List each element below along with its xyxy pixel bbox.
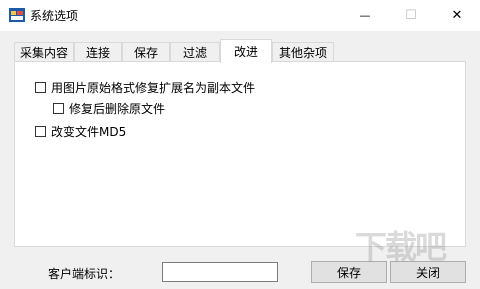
tab-label: 其他杂项: [278, 46, 327, 60]
tab-label: 过滤: [182, 46, 207, 60]
client-id-input[interactable]: [162, 262, 278, 282]
checkbox-label: 修复后删除原文件: [69, 101, 166, 116]
minimize-icon: —: [359, 9, 371, 22]
tab-label: 保存: [133, 46, 158, 60]
delete-original-checkbox[interactable]: 修复后删除原文件: [53, 100, 165, 116]
rename-extension-checkbox[interactable]: 用图片原始格式修复扩展名为副本文件: [35, 79, 255, 95]
tab-connection[interactable]: 连接: [74, 42, 122, 62]
checkbox-box[interactable]: [53, 102, 64, 114]
tab-filter[interactable]: 过滤: [170, 42, 220, 62]
tab-label: 改进: [233, 45, 258, 59]
close-window-button[interactable]: ✕: [434, 0, 480, 31]
checkbox-label: 用图片原始格式修复扩展名为副本文件: [51, 80, 256, 95]
maximize-icon: ☐: [405, 8, 417, 23]
client-id-label: 客户端标识：: [48, 267, 121, 281]
title-bar[interactable]: 系统选项 — ☐ ✕: [0, 0, 480, 31]
tab-label: 采集内容: [19, 46, 68, 60]
checkbox-box[interactable]: [35, 125, 46, 137]
close-icon: ✕: [451, 8, 463, 23]
tab-panel-improve: 用图片原始格式修复扩展名为副本文件 修复后删除原文件 改变文件MD5: [14, 61, 466, 247]
tab-save[interactable]: 保存: [122, 42, 170, 62]
app-icon: [9, 8, 25, 22]
maximize-button[interactable]: ☐: [388, 0, 434, 31]
tab-collect-content[interactable]: 采集内容: [14, 42, 74, 62]
minimize-button[interactable]: —: [342, 0, 388, 31]
dialog-window: 系统选项 — ☐ ✕ 采集内容 连接 保存 过滤 改进 其他杂项 用图片原始格式…: [0, 0, 480, 289]
change-md5-checkbox[interactable]: 改变文件MD5: [35, 123, 126, 139]
window-title: 系统选项: [30, 9, 79, 23]
checkbox-label: 改变文件MD5: [51, 124, 127, 139]
checkbox-box[interactable]: [35, 81, 46, 93]
tab-misc[interactable]: 其他杂项: [272, 42, 334, 62]
tab-improve[interactable]: 改进: [220, 39, 272, 63]
tab-label: 连接: [85, 46, 110, 60]
watermark-logo: 下载吧: [355, 228, 447, 266]
